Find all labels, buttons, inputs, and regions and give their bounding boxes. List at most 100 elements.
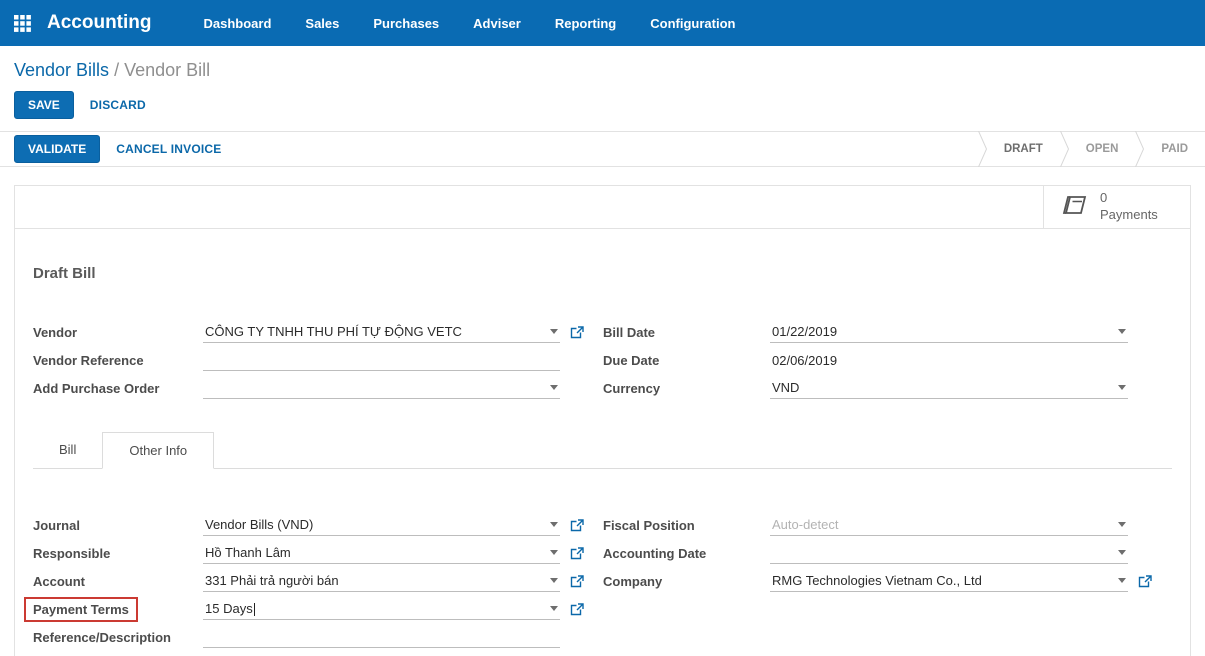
company-external-link-icon[interactable] — [1138, 575, 1152, 588]
journal-icon — [1060, 193, 1088, 222]
bill-date-value: 01/22/2019 — [772, 324, 1110, 339]
field-currency: Currency VND — [603, 374, 1172, 402]
chevron-down-icon — [550, 522, 558, 527]
field-vendor: Vendor CÔNG TY TNHH THU PHÍ TỰ ĐỘNG VETC — [33, 318, 603, 346]
bill-date-label: Bill Date — [603, 325, 770, 340]
fiscal-position-label: Fiscal Position — [603, 518, 770, 533]
discard-button[interactable]: DISCARD — [90, 98, 146, 112]
status-open[interactable]: OPEN — [1069, 143, 1136, 155]
chevron-down-icon — [1118, 385, 1126, 390]
field-accounting-date: Accounting Date — [603, 539, 1172, 567]
statusbar: VALIDATE CANCEL INVOICE DRAFT OPEN PAID — [0, 131, 1205, 167]
field-group-top-left: Vendor CÔNG TY TNHH THU PHÍ TỰ ĐỘNG VETC… — [33, 318, 603, 402]
vendor-reference-input[interactable] — [203, 349, 560, 371]
field-due-date: Due Date 02/06/2019 — [603, 346, 1172, 374]
company-label: Company — [603, 574, 770, 589]
status-pipeline: DRAFT OPEN PAID — [978, 132, 1205, 166]
chevron-down-icon — [550, 385, 558, 390]
payment-terms-input[interactable]: 15 Days — [203, 598, 560, 620]
responsible-input[interactable]: Hồ Thanh Lâm — [203, 542, 560, 564]
journal-input[interactable]: Vendor Bills (VND) — [203, 514, 560, 536]
bill-date-input[interactable]: 01/22/2019 — [770, 321, 1128, 343]
save-button[interactable]: SAVE — [14, 91, 74, 119]
payments-stat-button[interactable]: 0 Payments — [1043, 186, 1190, 228]
responsible-value: Hồ Thanh Lâm — [205, 545, 542, 560]
chevron-down-icon — [1118, 522, 1126, 527]
chevron-down-icon — [550, 329, 558, 334]
nav-item-configuration[interactable]: Configuration — [650, 16, 735, 31]
field-vendor-reference: Vendor Reference — [33, 346, 603, 374]
other-info-tab-content: Journal Vendor Bills (VND) Responsible — [33, 469, 1172, 651]
field-company: Company RMG Technologies Vietnam Co., Lt… — [603, 567, 1172, 595]
status-draft[interactable]: DRAFT — [987, 143, 1060, 155]
payments-count: 0 — [1100, 190, 1158, 207]
due-date-value: 02/06/2019 — [772, 353, 1126, 368]
payments-label: Payments — [1100, 207, 1158, 224]
due-date-label: Due Date — [603, 353, 770, 368]
breadcrumb-parent-link[interactable]: Vendor Bills — [14, 60, 109, 80]
payment-terms-highlight-box: Payment Terms — [24, 597, 138, 622]
tab-other-info[interactable]: Other Info — [102, 432, 214, 469]
journal-label: Journal — [33, 518, 203, 533]
validate-button[interactable]: VALIDATE — [14, 135, 100, 163]
nav-item-purchases[interactable]: Purchases — [373, 16, 439, 31]
field-add-purchase-order: Add Purchase Order — [33, 374, 603, 402]
control-panel: Vendor Bills / Vendor Bill SAVE DISCARD — [0, 46, 1205, 131]
status-paid[interactable]: PAID — [1144, 143, 1205, 155]
tab-bill[interactable]: Bill — [33, 432, 102, 468]
chevron-separator-icon — [978, 131, 987, 167]
breadcrumb-current: Vendor Bill — [124, 60, 210, 80]
vendor-external-link-icon[interactable] — [570, 326, 584, 339]
field-group-other-info-right: Fiscal Position Auto-detect Accounting D… — [603, 511, 1172, 651]
form-sheet: 0 Payments Draft Bill Vendor CÔNG TY TNH… — [14, 185, 1191, 656]
vendor-input[interactable]: CÔNG TY TNHH THU PHÍ TỰ ĐỘNG VETC — [203, 321, 560, 343]
field-bill-date: Bill Date 01/22/2019 — [603, 318, 1172, 346]
accounting-date-label: Accounting Date — [603, 546, 770, 561]
field-group-top: Vendor CÔNG TY TNHH THU PHÍ TỰ ĐỘNG VETC… — [33, 318, 1172, 402]
fiscal-position-placeholder: Auto-detect — [772, 517, 1110, 532]
action-row: SAVE DISCARD — [14, 91, 1191, 131]
nav-item-dashboard[interactable]: Dashboard — [204, 16, 272, 31]
chevron-down-icon — [1118, 578, 1126, 583]
breadcrumb-separator: / — [114, 60, 119, 80]
fiscal-position-input[interactable]: Auto-detect — [770, 514, 1128, 536]
apps-grid-icon[interactable] — [14, 15, 31, 32]
reference-description-input[interactable] — [203, 626, 560, 648]
sheet-header: 0 Payments — [15, 186, 1190, 229]
chevron-down-icon — [550, 578, 558, 583]
chevron-separator-icon — [1135, 131, 1144, 167]
chevron-separator-icon — [1060, 131, 1069, 167]
nav-item-sales[interactable]: Sales — [305, 16, 339, 31]
nav-item-reporting[interactable]: Reporting — [555, 16, 616, 31]
field-fiscal-position: Fiscal Position Auto-detect — [603, 511, 1172, 539]
chevron-down-icon — [1118, 329, 1126, 334]
chevron-down-icon — [550, 550, 558, 555]
nav-item-adviser[interactable]: Adviser — [473, 16, 521, 31]
account-external-link-icon[interactable] — [570, 575, 584, 588]
vendor-label: Vendor — [33, 325, 203, 340]
field-account: Account 331 Phải trả người bán — [33, 567, 603, 595]
accounting-date-input[interactable] — [770, 542, 1128, 564]
add-purchase-order-label: Add Purchase Order — [33, 381, 203, 396]
payment-terms-external-link-icon[interactable] — [570, 603, 584, 616]
add-purchase-order-input[interactable] — [203, 377, 560, 399]
account-value: 331 Phải trả người bán — [205, 573, 542, 588]
currency-label: Currency — [603, 381, 770, 396]
top-navbar: Accounting Dashboard Sales Purchases Adv… — [0, 0, 1205, 46]
journal-external-link-icon[interactable] — [570, 519, 584, 532]
notebook-tabs: Bill Other Info — [33, 432, 1172, 469]
vendor-value: CÔNG TY TNHH THU PHÍ TỰ ĐỘNG VETC — [205, 324, 542, 339]
chevron-down-icon — [1118, 550, 1126, 555]
field-group-top-right: Bill Date 01/22/2019 Due Date 02/06/2019 — [603, 318, 1172, 402]
currency-input[interactable]: VND — [770, 377, 1128, 399]
cancel-invoice-button[interactable]: CANCEL INVOICE — [116, 142, 221, 156]
payment-terms-value: 15 Days — [205, 601, 542, 616]
field-group-other-info-left: Journal Vendor Bills (VND) Responsible — [33, 511, 603, 651]
company-input[interactable]: RMG Technologies Vietnam Co., Ltd — [770, 570, 1128, 592]
app-brand[interactable]: Accounting — [47, 12, 152, 34]
company-value: RMG Technologies Vietnam Co., Ltd — [772, 573, 1110, 588]
field-journal: Journal Vendor Bills (VND) — [33, 511, 603, 539]
account-input[interactable]: 331 Phải trả người bán — [203, 570, 560, 592]
page: Accounting Dashboard Sales Purchases Adv… — [0, 0, 1205, 656]
responsible-external-link-icon[interactable] — [570, 547, 584, 560]
